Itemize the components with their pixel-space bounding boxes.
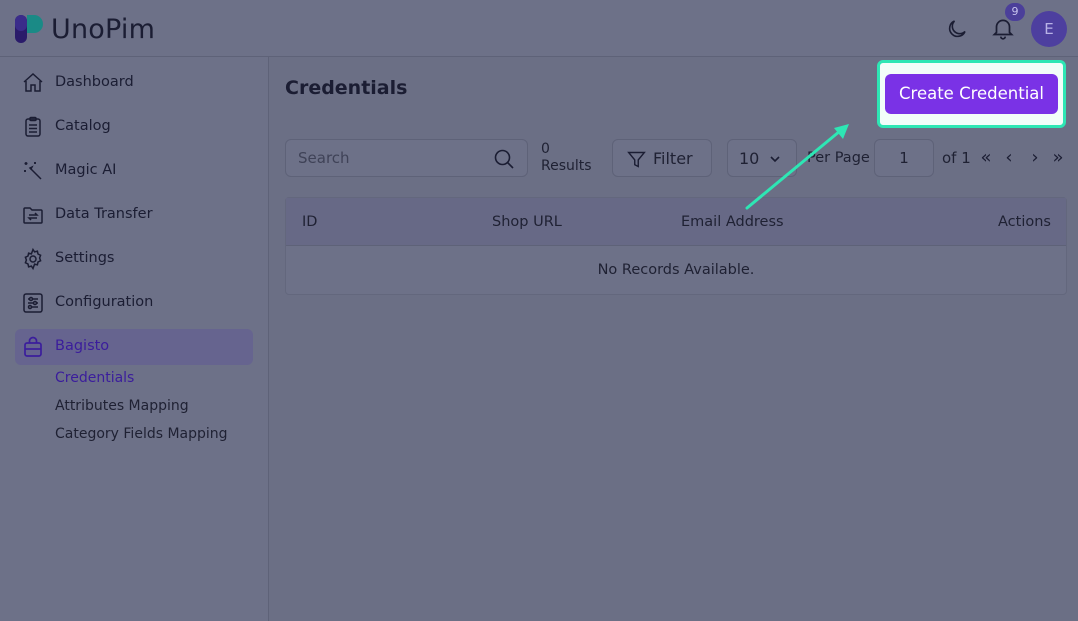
sidebar-item-dashboard[interactable]: Dashboard bbox=[15, 65, 253, 101]
sidebar-item-bagisto[interactable]: Bagisto bbox=[15, 329, 253, 365]
results-label: Results bbox=[541, 158, 592, 174]
create-credential-button[interactable]: Create Credential bbox=[885, 74, 1058, 114]
brand-name: UnoPim bbox=[51, 13, 156, 45]
page-total-label: of 1 bbox=[942, 149, 971, 167]
first-page-button[interactable]: « bbox=[976, 149, 996, 168]
sidebar-item-label: Bagisto bbox=[55, 338, 110, 354]
create-button-highlight: Create Credential bbox=[877, 60, 1066, 128]
sidebar-item-label: Configuration bbox=[55, 294, 154, 310]
top-header: UnoPim 9 E bbox=[0, 0, 1078, 57]
magic-wand-icon bbox=[24, 162, 42, 180]
sidebar-item-magic-ai[interactable]: Magic AI bbox=[15, 153, 253, 189]
home-icon bbox=[23, 72, 43, 92]
sidebar-item-catalog[interactable]: Catalog bbox=[15, 109, 253, 145]
per-page-value: 10 bbox=[739, 149, 760, 168]
chevron-down-icon bbox=[770, 156, 780, 163]
folder-transfer-icon bbox=[23, 207, 43, 224]
filter-icon bbox=[627, 151, 646, 168]
search-box bbox=[285, 139, 528, 177]
notification-badge: 9 bbox=[1005, 3, 1025, 21]
next-page-button[interactable]: › bbox=[1025, 149, 1045, 168]
sidebar-item-data-transfer[interactable]: Data Transfer bbox=[15, 197, 253, 233]
search-icon[interactable] bbox=[492, 147, 516, 171]
page-title: Credentials bbox=[285, 77, 408, 99]
sidebar-item-label: Dashboard bbox=[55, 74, 134, 90]
main-content: Credentials Create Credential 0 Results … bbox=[270, 57, 1078, 621]
credentials-table: ID Shop URL Email Address Actions No Rec… bbox=[285, 197, 1067, 295]
column-header-shop-url[interactable]: Shop URL bbox=[492, 214, 562, 230]
search-input[interactable] bbox=[286, 140, 486, 176]
column-header-actions: Actions bbox=[998, 214, 1051, 230]
per-page-select[interactable]: 10 bbox=[727, 139, 797, 177]
logo[interactable]: UnoPim bbox=[14, 13, 155, 45]
sidebar-subitem-credentials[interactable]: Credentials bbox=[55, 370, 134, 386]
column-header-id[interactable]: ID bbox=[302, 214, 317, 230]
table-header: ID Shop URL Email Address Actions bbox=[286, 198, 1066, 246]
filter-button[interactable]: Filter bbox=[612, 139, 712, 177]
column-header-email[interactable]: Email Address bbox=[681, 214, 784, 230]
last-page-button[interactable]: » bbox=[1048, 149, 1068, 168]
sidebar-item-label: Data Transfer bbox=[55, 206, 153, 222]
gear-icon bbox=[24, 247, 42, 271]
moon-icon[interactable] bbox=[945, 17, 969, 41]
sidebar-item-label: Magic AI bbox=[55, 162, 117, 178]
sidebar-subitem-attributes-mapping[interactable]: Attributes Mapping bbox=[55, 398, 189, 414]
prev-page-button[interactable]: ‹ bbox=[999, 149, 1019, 168]
shopping-bag-icon bbox=[24, 336, 42, 357]
sidebar-item-settings[interactable]: Settings bbox=[15, 241, 253, 277]
page-number-input[interactable] bbox=[874, 139, 934, 177]
sidebar: Dashboard Catalog Magic AI Data Transfer… bbox=[0, 57, 269, 621]
sidebar-item-label: Catalog bbox=[55, 118, 111, 134]
sidebar-item-configuration[interactable]: Configuration bbox=[15, 285, 253, 321]
unopim-logo-icon bbox=[15, 15, 43, 43]
clipboard-icon bbox=[25, 116, 41, 137]
results-number: 0 bbox=[541, 141, 550, 157]
sliders-icon bbox=[23, 293, 43, 313]
per-page-label: Per Page bbox=[807, 150, 870, 166]
sidebar-subitem-category-fields-mapping[interactable]: Category Fields Mapping bbox=[55, 426, 228, 442]
sidebar-item-label: Settings bbox=[55, 250, 115, 266]
avatar[interactable]: E bbox=[1031, 11, 1067, 47]
results-count: 0 Results bbox=[541, 141, 592, 175]
empty-state-message: No Records Available. bbox=[597, 262, 755, 278]
filter-label: Filter bbox=[653, 149, 693, 168]
